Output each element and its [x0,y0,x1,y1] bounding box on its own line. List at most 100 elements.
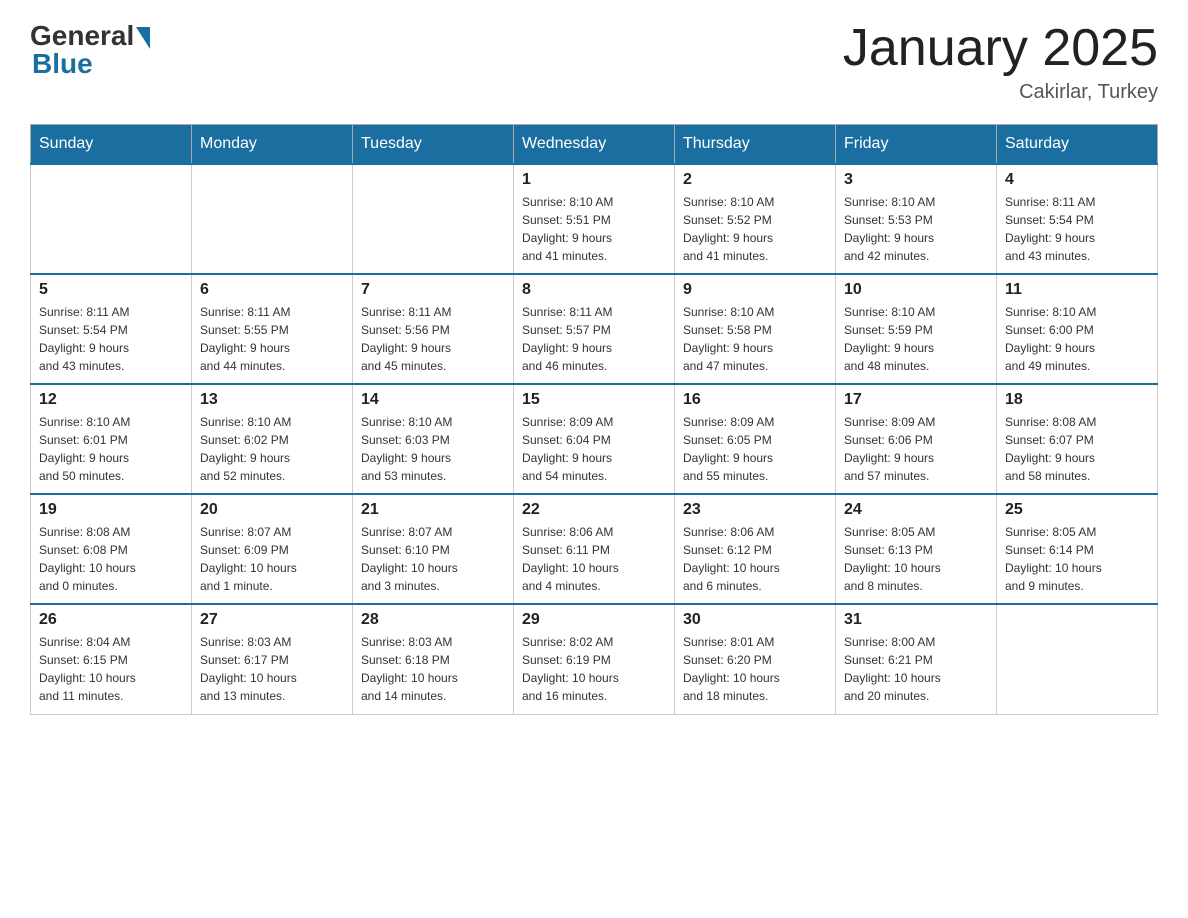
day-info: Sunrise: 8:10 AMSunset: 5:59 PMDaylight:… [844,303,988,375]
calendar-cell: 11 Sunrise: 8:10 AMSunset: 6:00 PMDayligh… [997,274,1158,384]
calendar-cell: 5 Sunrise: 8:11 AMSunset: 5:54 PMDaylight… [31,274,192,384]
day-info: Sunrise: 8:09 AMSunset: 6:04 PMDaylight:… [522,413,666,485]
logo-blue-text: Blue [32,48,93,80]
day-number: 26 [39,611,183,629]
day-info: Sunrise: 8:11 AMSunset: 5:57 PMDaylight:… [522,303,666,375]
calendar-cell: 14 Sunrise: 8:10 AMSunset: 6:03 PMDayligh… [353,384,514,494]
page-header: General Blue January 2025 Cakirlar, Turk… [30,20,1158,104]
day-info: Sunrise: 8:10 AMSunset: 5:58 PMDaylight:… [683,303,827,375]
day-number: 6 [200,281,344,299]
weekday-header-thursday: Thursday [675,125,836,165]
day-info: Sunrise: 8:10 AMSunset: 6:03 PMDaylight:… [361,413,505,485]
day-info: Sunrise: 8:03 AMSunset: 6:17 PMDaylight:… [200,633,344,705]
day-number: 11 [1005,281,1149,299]
day-info: Sunrise: 8:08 AMSunset: 6:07 PMDaylight:… [1005,413,1149,485]
day-info: Sunrise: 8:10 AMSunset: 5:53 PMDaylight:… [844,193,988,265]
day-number: 30 [683,611,827,629]
day-info: Sunrise: 8:10 AMSunset: 5:51 PMDaylight:… [522,193,666,265]
calendar-cell: 8Sunrise: 8:11 AMSunset: 5:57 PMDaylight… [514,274,675,384]
location: Cakirlar, Turkey [843,81,1158,104]
day-number: 27 [200,611,344,629]
day-info: Sunrise: 8:00 AMSunset: 6:21 PMDaylight:… [844,633,988,705]
calendar-cell: 6Sunrise: 8:11 AMSunset: 5:55 PMDaylight… [192,274,353,384]
calendar-cell: 3 Sunrise: 8:10 AMSunset: 5:53 PMDaylight… [836,164,997,274]
calendar-cell: 24Sunrise: 8:05 AMSunset: 6:13 PMDayligh… [836,494,997,604]
day-number: 25 [1005,501,1149,519]
day-number: 19 [39,501,183,519]
calendar-week-row: 19 Sunrise: 8:08 AMSunset: 6:08 PMDayligh… [31,494,1158,604]
calendar-cell: 18 Sunrise: 8:08 AMSunset: 6:07 PMDayligh… [997,384,1158,494]
calendar-cell: 7 Sunrise: 8:11 AMSunset: 5:56 PMDaylight… [353,274,514,384]
calendar-week-row: 1Sunrise: 8:10 AMSunset: 5:51 PMDaylight… [31,164,1158,274]
day-number: 7 [361,281,505,299]
weekday-header-wednesday: Wednesday [514,125,675,165]
day-number: 3 [844,171,988,189]
calendar-cell: 12 Sunrise: 8:10 AMSunset: 6:01 PMDayligh… [31,384,192,494]
calendar-week-row: 12 Sunrise: 8:10 AMSunset: 6:01 PMDayligh… [31,384,1158,494]
day-number: 22 [522,501,666,519]
day-info: Sunrise: 8:11 AMSunset: 5:56 PMDaylight:… [361,303,505,375]
calendar-cell: 9 Sunrise: 8:10 AMSunset: 5:58 PMDaylight… [675,274,836,384]
logo-triangle-icon [136,27,150,49]
day-number: 5 [39,281,183,299]
day-info: Sunrise: 8:01 AMSunset: 6:20 PMDaylight:… [683,633,827,705]
calendar-cell: 27 Sunrise: 8:03 AMSunset: 6:17 PMDayligh… [192,604,353,714]
day-number: 13 [200,391,344,409]
logo: General Blue [30,20,150,80]
day-number: 29 [522,611,666,629]
calendar-cell: 4Sunrise: 8:11 AMSunset: 5:54 PMDaylight… [997,164,1158,274]
calendar-cell: 26 Sunrise: 8:04 AMSunset: 6:15 PMDayligh… [31,604,192,714]
calendar-cell: 28Sunrise: 8:03 AMSunset: 6:18 PMDayligh… [353,604,514,714]
day-number: 9 [683,281,827,299]
calendar-cell: 16 Sunrise: 8:09 AMSunset: 6:05 PMDayligh… [675,384,836,494]
day-info: Sunrise: 8:02 AMSunset: 6:19 PMDaylight:… [522,633,666,705]
weekday-header-saturday: Saturday [997,125,1158,165]
calendar-table: SundayMondayTuesdayWednesdayThursdayFrid… [30,124,1158,715]
weekday-header-friday: Friday [836,125,997,165]
day-info: Sunrise: 8:05 AMSunset: 6:14 PMDaylight:… [1005,523,1149,595]
day-info: Sunrise: 8:10 AMSunset: 5:52 PMDaylight:… [683,193,827,265]
day-number: 2 [683,171,827,189]
day-number: 16 [683,391,827,409]
calendar-cell: 20 Sunrise: 8:07 AMSunset: 6:09 PMDayligh… [192,494,353,604]
day-number: 15 [522,391,666,409]
calendar-cell [31,164,192,274]
weekday-header-tuesday: Tuesday [353,125,514,165]
day-info: Sunrise: 8:10 AMSunset: 6:00 PMDaylight:… [1005,303,1149,375]
calendar-cell: 15 Sunrise: 8:09 AMSunset: 6:04 PMDayligh… [514,384,675,494]
day-number: 20 [200,501,344,519]
calendar-cell: 23Sunrise: 8:06 AMSunset: 6:12 PMDayligh… [675,494,836,604]
day-info: Sunrise: 8:06 AMSunset: 6:11 PMDaylight:… [522,523,666,595]
day-number: 14 [361,391,505,409]
day-info: Sunrise: 8:09 AMSunset: 6:06 PMDaylight:… [844,413,988,485]
day-number: 17 [844,391,988,409]
day-number: 21 [361,501,505,519]
calendar-cell: 31Sunrise: 8:00 AMSunset: 6:21 PMDayligh… [836,604,997,714]
calendar-cell: 10Sunrise: 8:10 AMSunset: 5:59 PMDayligh… [836,274,997,384]
day-info: Sunrise: 8:05 AMSunset: 6:13 PMDaylight:… [844,523,988,595]
day-number: 18 [1005,391,1149,409]
calendar-cell: 22 Sunrise: 8:06 AMSunset: 6:11 PMDayligh… [514,494,675,604]
title-area: January 2025 Cakirlar, Turkey [843,20,1158,104]
day-info: Sunrise: 8:10 AMSunset: 6:02 PMDaylight:… [200,413,344,485]
calendar-cell [353,164,514,274]
day-info: Sunrise: 8:09 AMSunset: 6:05 PMDaylight:… [683,413,827,485]
day-info: Sunrise: 8:10 AMSunset: 6:01 PMDaylight:… [39,413,183,485]
month-title: January 2025 [843,20,1158,77]
calendar-cell: 19 Sunrise: 8:08 AMSunset: 6:08 PMDayligh… [31,494,192,604]
day-number: 12 [39,391,183,409]
calendar-cell: 29 Sunrise: 8:02 AMSunset: 6:19 PMDayligh… [514,604,675,714]
day-number: 28 [361,611,505,629]
day-info: Sunrise: 8:11 AMSunset: 5:54 PMDaylight:… [39,303,183,375]
day-info: Sunrise: 8:08 AMSunset: 6:08 PMDaylight:… [39,523,183,595]
day-info: Sunrise: 8:07 AMSunset: 6:09 PMDaylight:… [200,523,344,595]
day-info: Sunrise: 8:04 AMSunset: 6:15 PMDaylight:… [39,633,183,705]
calendar-cell: 30 Sunrise: 8:01 AMSunset: 6:20 PMDayligh… [675,604,836,714]
calendar-cell: 13 Sunrise: 8:10 AMSunset: 6:02 PMDayligh… [192,384,353,494]
day-info: Sunrise: 8:06 AMSunset: 6:12 PMDaylight:… [683,523,827,595]
weekday-header-sunday: Sunday [31,125,192,165]
weekday-header-row: SundayMondayTuesdayWednesdayThursdayFrid… [31,125,1158,165]
calendar-cell [997,604,1158,714]
calendar-cell: 2 Sunrise: 8:10 AMSunset: 5:52 PMDaylight… [675,164,836,274]
day-info: Sunrise: 8:07 AMSunset: 6:10 PMDaylight:… [361,523,505,595]
